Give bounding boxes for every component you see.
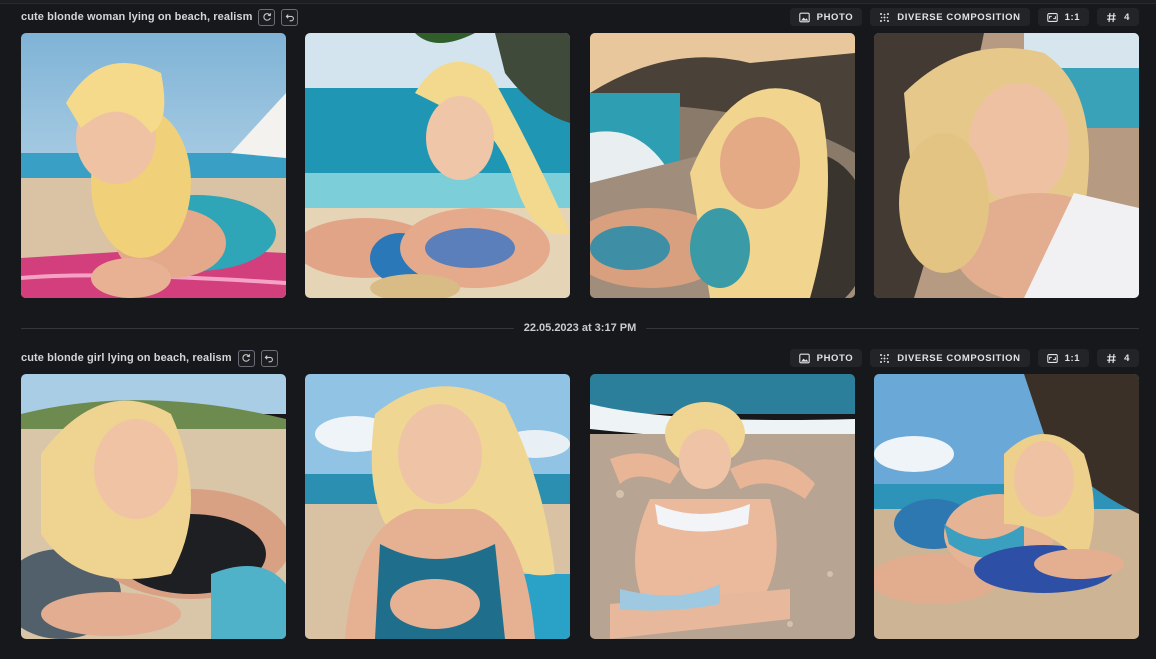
composition-label: DIVERSE COMPOSITION	[897, 11, 1021, 23]
count-label: 4	[1124, 11, 1130, 23]
composition-tag[interactable]: DIVERSE COMPOSITION	[870, 8, 1030, 26]
style-tag[interactable]: PHOTO	[789, 8, 863, 26]
prompt-row: cute blonde woman lying on beach, realis…	[21, 8, 299, 26]
timestamp-divider: 22.05.2023 at 3:17 PM	[21, 319, 1139, 337]
generated-image[interactable]	[873, 374, 1139, 639]
aspect-ratio-icon	[1046, 12, 1058, 23]
style-label: PHOTO	[816, 11, 854, 23]
ratio-label: 1:1	[1064, 352, 1081, 364]
divider-line-left	[21, 327, 514, 329]
ratio-label: 1:1	[1064, 11, 1081, 23]
count-tag[interactable]: 4	[1097, 8, 1139, 26]
ratio-tag[interactable]: 1:1	[1037, 8, 1090, 26]
prompt-row: cute blonde girl lying on beach, realism	[21, 349, 278, 367]
generation-settings: PHOTO DIVERSE COMPOSITION 1:1 4	[789, 349, 1139, 367]
composition-label: DIVERSE COMPOSITION	[897, 352, 1021, 364]
generated-image[interactable]	[305, 33, 571, 298]
ratio-tag[interactable]: 1:1	[1037, 349, 1090, 367]
image-grid	[21, 374, 1139, 639]
generation-header: cute blonde woman lying on beach, realis…	[21, 6, 1139, 28]
generated-image[interactable]	[21, 33, 286, 298]
divider-line-right	[646, 327, 1139, 329]
prompt-text[interactable]: cute blonde woman lying on beach, realis…	[21, 11, 252, 23]
top-edge-bar	[0, 0, 1156, 4]
style-tag[interactable]: PHOTO	[789, 349, 863, 367]
generation-settings: PHOTO DIVERSE COMPOSITION 1:1 4	[789, 8, 1139, 26]
count-tag[interactable]: 4	[1097, 349, 1139, 367]
generation-header: cute blonde girl lying on beach, realism…	[21, 347, 1139, 369]
generated-image[interactable]	[21, 374, 286, 639]
generated-image[interactable]	[305, 374, 571, 639]
prompt-text[interactable]: cute blonde girl lying on beach, realism	[21, 352, 232, 364]
hash-icon	[1106, 353, 1117, 364]
image-icon	[798, 353, 810, 364]
count-label: 4	[1124, 352, 1130, 364]
composition-dots-icon	[879, 12, 890, 23]
hash-icon	[1106, 12, 1117, 23]
refresh-icon[interactable]	[258, 8, 276, 26]
generated-image[interactable]	[873, 33, 1139, 298]
composition-dots-icon	[879, 353, 890, 364]
aspect-ratio-icon	[1046, 353, 1058, 364]
undo-icon[interactable]	[260, 349, 278, 367]
style-label: PHOTO	[816, 352, 854, 364]
image-icon	[798, 12, 810, 23]
composition-tag[interactable]: DIVERSE COMPOSITION	[870, 349, 1030, 367]
generated-image[interactable]	[589, 33, 855, 298]
image-grid	[21, 33, 1139, 298]
undo-icon[interactable]	[281, 8, 299, 26]
generated-image[interactable]	[589, 374, 855, 639]
generation-timestamp: 22.05.2023 at 3:17 PM	[523, 322, 637, 334]
refresh-icon[interactable]	[237, 349, 255, 367]
